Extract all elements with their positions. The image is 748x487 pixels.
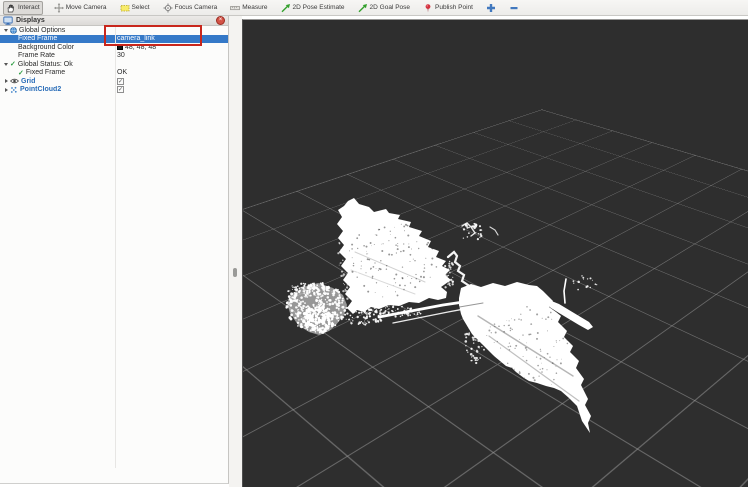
minus-icon	[509, 3, 519, 13]
tool-2d-goal-pose[interactable]: 2D Goal Pose	[356, 2, 412, 14]
monitor-icon	[3, 16, 13, 26]
column-divider[interactable]	[115, 26, 116, 468]
pointcloud-icon	[10, 86, 18, 94]
map-pin-icon	[423, 3, 433, 13]
tool-label: Interact	[18, 4, 40, 11]
hand-icon	[6, 3, 16, 13]
frame-rate-value[interactable]: 30	[117, 52, 125, 59]
row-label: Frame Rate	[18, 52, 55, 59]
tree-row-fixed-frame-status[interactable]: ✓ Fixed Frame OK	[0, 69, 228, 78]
globe-icon	[10, 27, 17, 34]
pointcloud-render	[243, 20, 748, 487]
plus-icon	[486, 3, 496, 13]
expander-icon[interactable]	[2, 29, 10, 32]
displays-panel: Displays × Global Options Fixed Frame ca…	[0, 16, 229, 484]
splitter-handle-icon[interactable]	[233, 268, 237, 277]
row-label: Global Status: Ok	[18, 61, 73, 68]
tree-row-frame-rate[interactable]: Frame Rate 30	[0, 52, 228, 61]
tool-interact[interactable]: Interact	[3, 1, 43, 15]
crosshair-icon	[163, 3, 173, 13]
tool-publish-point[interactable]: Publish Point	[421, 2, 475, 14]
tool-select[interactable]: Select	[118, 2, 152, 14]
selection-box-icon	[120, 3, 130, 13]
green-arrow-icon	[281, 3, 291, 13]
tool-label: 2D Goal Pose	[370, 4, 410, 11]
tool-label: 2D Pose Estimate	[293, 4, 345, 11]
viewport[interactable]	[242, 19, 748, 487]
row-label: Background Color	[18, 44, 74, 51]
panel-splitter[interactable]	[229, 16, 242, 487]
pointcloud2-enabled-checkbox[interactable]	[117, 86, 124, 93]
row-label: Grid	[21, 78, 35, 85]
tree-row-pointcloud2[interactable]: PointCloud2	[0, 86, 228, 95]
tool-2d-pose-estimate[interactable]: 2D Pose Estimate	[279, 2, 347, 14]
check-icon: ✓	[18, 69, 24, 77]
tool-focus-camera[interactable]: Focus Camera	[161, 2, 220, 14]
tool-label: Focus Camera	[175, 4, 218, 11]
status-value: OK	[117, 69, 127, 76]
tree-row-grid[interactable]: Grid	[0, 77, 228, 86]
check-icon: ✓	[10, 60, 16, 68]
panel-title: Displays	[16, 17, 45, 24]
ruler-icon	[230, 3, 240, 13]
expander-icon[interactable]	[2, 88, 10, 92]
fixed-frame-annotation	[104, 25, 202, 46]
expander-icon[interactable]	[2, 63, 10, 66]
add-tool-button[interactable]	[484, 2, 498, 14]
toolbar: Interact Move Camera Select Focus Camera…	[0, 0, 748, 16]
row-label: Fixed Frame	[18, 35, 57, 42]
tool-label: Measure	[242, 4, 267, 11]
row-label: PointCloud2	[20, 86, 61, 93]
move-arrows-icon	[54, 3, 64, 13]
close-icon[interactable]: ×	[216, 16, 225, 25]
expander-icon[interactable]	[2, 79, 10, 83]
remove-tool-button[interactable]	[507, 2, 521, 14]
tool-label: Move Camera	[66, 4, 107, 11]
row-label: Fixed Frame	[26, 69, 65, 76]
row-label: Global Options	[19, 27, 65, 34]
tool-measure[interactable]: Measure	[228, 2, 269, 14]
eye-icon	[10, 78, 19, 84]
tool-label: Select	[132, 4, 150, 11]
grid-enabled-checkbox[interactable]	[117, 78, 124, 85]
green-arrow-icon	[358, 3, 368, 13]
tool-label: Publish Point	[435, 4, 473, 11]
tree-row-global-status[interactable]: ✓ Global Status: Ok	[0, 60, 228, 69]
tool-move-camera[interactable]: Move Camera	[52, 2, 109, 14]
